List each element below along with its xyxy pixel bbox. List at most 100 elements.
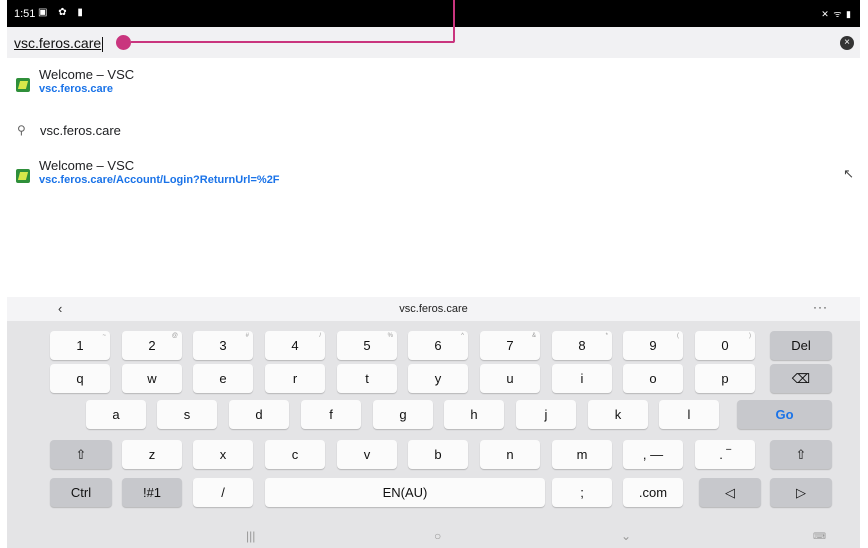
url-input[interactable]: vsc.feros.care [14, 35, 104, 52]
back-icon[interactable]: ⌄ [621, 529, 631, 543]
keyboard-switch-icon[interactable]: ⌨ [813, 531, 826, 542]
key-a[interactable]: a [86, 400, 146, 429]
key-d[interactable]: d [229, 400, 289, 429]
key-i[interactable]: i [552, 364, 612, 393]
key-4[interactable]: v [337, 440, 397, 469]
backspace-key[interactable]: ⌫ [770, 364, 832, 393]
site-favicon-icon [16, 169, 30, 183]
key-y[interactable]: y [408, 364, 468, 393]
dotcom-key[interactable]: .com [623, 478, 683, 507]
key-label: y [434, 371, 442, 386]
key-hint: @ [171, 333, 178, 339]
key-label: Del [791, 338, 811, 353]
key-hint: % [387, 333, 393, 339]
key-label: p [721, 371, 729, 386]
key-1[interactable]: z [122, 440, 182, 469]
key-label: ▷ [796, 485, 806, 500]
key-0[interactable]: 0) [695, 331, 755, 360]
key-w[interactable]: w [122, 364, 182, 393]
key-label: EN(AU) [382, 485, 428, 500]
key-label: n [506, 447, 514, 462]
key-2[interactable]: x [193, 440, 253, 469]
key-label: w [147, 371, 157, 386]
key-9[interactable]: 9( [623, 331, 683, 360]
key-8[interactable]: , — [623, 440, 683, 469]
key-j[interactable]: j [516, 400, 576, 429]
key-h[interactable]: h [444, 400, 504, 429]
keyboard-suggestion-bar: ‹ vsc.feros.care ··· [7, 297, 860, 321]
key-label: x [219, 447, 227, 462]
key-label: d [255, 407, 263, 422]
space-key[interactable]: EN(AU) [265, 478, 545, 507]
key-6[interactable]: n [480, 440, 540, 469]
key-label: g [399, 407, 407, 422]
key-3[interactable]: 3 # [193, 331, 253, 360]
ctrl-key[interactable]: Ctrl [50, 478, 112, 507]
key-p[interactable]: p [695, 364, 755, 393]
key-label: Go [775, 407, 794, 422]
cursor-left-key[interactable]: ◁ [699, 478, 761, 507]
key-2[interactable]: 2 @ [122, 331, 182, 360]
key-label: z [148, 447, 156, 462]
key-label: b [434, 447, 442, 462]
key-o[interactable]: o [623, 364, 683, 393]
keyboard-suggestion[interactable]: vsc.feros.care [7, 303, 860, 315]
key-hint: ^ [461, 333, 464, 339]
home-icon[interactable]: ○ [434, 529, 441, 543]
key-label: t [365, 371, 369, 386]
key-r[interactable]: r [265, 364, 325, 393]
key-label: 4 [291, 338, 299, 353]
key-q[interactable]: q [50, 364, 110, 393]
annotation-connector [131, 41, 454, 43]
key-k[interactable]: k [588, 400, 648, 429]
key-semicolon[interactable]: ; [552, 478, 612, 507]
key-1[interactable]: 1 ~ [50, 331, 110, 360]
key-label: a [112, 407, 120, 422]
insert-arrow-icon[interactable]: ↖ [843, 166, 854, 182]
suggestion-title: Welcome – VSC [39, 158, 135, 173]
cursor-right-key[interactable]: ▷ [770, 478, 832, 507]
key-hint: / [319, 333, 321, 339]
key-hint: ( [677, 333, 679, 339]
key-f[interactable]: f [301, 400, 361, 429]
key-8[interactable]: 8 * [552, 331, 612, 360]
shift-key[interactable]: ⇧ [770, 440, 832, 469]
signal-battery-icons: ✕ ᯤ ▮ [821, 9, 852, 19]
key-t[interactable]: t [337, 364, 397, 393]
suggestion-item-1[interactable]: Welcome – VSC vsc.feros.care [7, 67, 860, 109]
key-hint: ~ [102, 333, 106, 339]
go-key[interactable]: Go [737, 400, 832, 429]
key-e[interactable]: e [193, 364, 253, 393]
key-3[interactable]: c [265, 440, 325, 469]
key-6[interactable]: 6 ^ [408, 331, 468, 360]
more-options-icon[interactable]: ··· [813, 300, 828, 314]
symbols-key[interactable]: !#1 [122, 478, 182, 507]
key-label: 6 [434, 338, 442, 353]
key-l[interactable]: l [659, 400, 719, 429]
suggestion-item-2[interactable]: Welcome – VSC vsc.feros.care/Account/Log… [7, 158, 860, 200]
key-9[interactable]: . ‾ [695, 440, 755, 469]
key-u[interactable]: u [480, 364, 540, 393]
shift-key[interactable]: ⇧ [50, 440, 112, 469]
clear-icon[interactable]: × [840, 36, 854, 50]
key-7[interactable]: 7 & [480, 331, 540, 360]
key-s[interactable]: s [157, 400, 217, 429]
key-5[interactable]: 5% [337, 331, 397, 360]
key-hint: & [531, 333, 536, 339]
key-label: !#1 [142, 485, 162, 500]
recent-apps-icon[interactable]: ||| [246, 529, 255, 543]
key-label: Ctrl [70, 485, 92, 500]
key-label: 0 [721, 338, 729, 353]
key-label: .com [638, 485, 668, 500]
key-g[interactable]: g [373, 400, 433, 429]
key-slash[interactable]: / [193, 478, 253, 507]
key-label: l [687, 407, 691, 422]
key-label: i [580, 371, 584, 386]
suggestion-url: vsc.feros.care [39, 83, 113, 95]
suggestion-search[interactable]: ⚲ vsc.feros.care [7, 123, 860, 143]
key-5[interactable]: b [408, 440, 468, 469]
delete-key[interactable]: Del [770, 331, 832, 360]
key-7[interactable]: m [552, 440, 612, 469]
key-label: ⇧ [75, 447, 87, 462]
key-4[interactable]: 4/ [265, 331, 325, 360]
